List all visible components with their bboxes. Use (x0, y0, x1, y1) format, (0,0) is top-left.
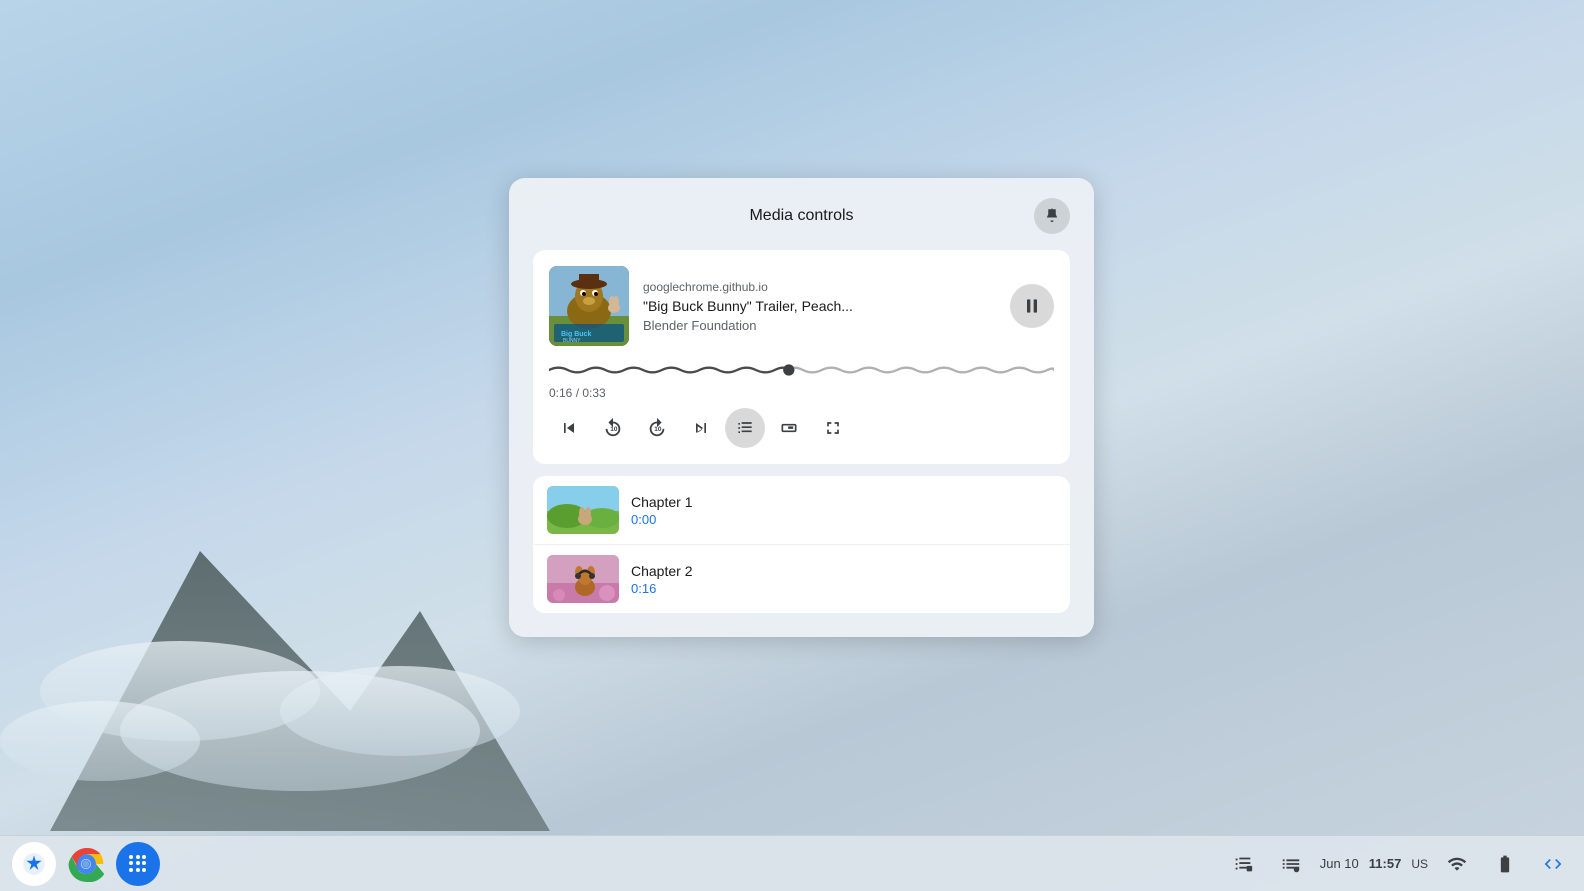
pip-button[interactable] (769, 408, 809, 448)
svg-text:BUNNY: BUNNY (563, 338, 581, 344)
media-artist: Blender Foundation (643, 318, 996, 333)
forward-button[interactable]: 10 (637, 408, 677, 448)
chapter-item-2[interactable]: Chapter 2 0:16 (533, 545, 1070, 613)
taskbar-right: Jun 10 11:57 US (1224, 845, 1572, 883)
launcher-button[interactable] (12, 842, 56, 886)
skip-back-icon (559, 418, 579, 438)
battery-button[interactable] (1486, 845, 1524, 883)
svg-text:Big Buck: Big Buck (561, 331, 591, 338)
chapter-1-name: Chapter 1 (631, 494, 1056, 510)
media-title: "Big Buck Bunny" Trailer, Peach... (643, 298, 996, 314)
chapter-2-time: 0:16 (631, 581, 1056, 596)
big-buck-bunny-poster: Big Buck BUNNY (549, 266, 629, 346)
media-thumbnail: Big Buck BUNNY (549, 266, 629, 346)
pip-icon (779, 418, 799, 438)
time-display: 0:16 / 0:33 (549, 386, 1054, 400)
skip-next-button[interactable] (681, 408, 721, 448)
rewind-button[interactable]: 10 (593, 408, 633, 448)
taskbar-date: Jun 10 (1320, 856, 1359, 871)
media-card: Big Buck BUNNY googlechrome.github.io "B… (533, 250, 1070, 464)
launcher-star-icon (21, 851, 47, 877)
chapter-2-thumbnail (547, 555, 619, 603)
apps-grid-icon (129, 855, 147, 873)
media-chapters-tray-button[interactable] (1224, 845, 1262, 883)
chapter-item-1[interactable]: Chapter 1 0:00 (533, 476, 1070, 545)
panel-title: Media controls (569, 207, 1034, 225)
skip-next-icon (691, 418, 711, 438)
chapters-button[interactable] (725, 408, 765, 448)
media-source: googlechrome.github.io (643, 280, 996, 294)
chapter-1-thumbnail (547, 486, 619, 534)
wifi-icon (1447, 854, 1467, 874)
pin-button[interactable] (1034, 198, 1070, 234)
chapter-1-info: Chapter 1 0:00 (631, 494, 1056, 527)
pause-icon (1022, 296, 1042, 316)
controls-row: 10 10 (549, 408, 1054, 448)
skip-back-button[interactable] (549, 408, 589, 448)
media-info: googlechrome.github.io "Big Buck Bunny" … (643, 280, 996, 333)
forward-icon: 10 (646, 417, 668, 439)
media-card-top: Big Buck BUNNY googlechrome.github.io "B… (549, 266, 1054, 346)
chapter-2-info: Chapter 2 0:16 (631, 563, 1056, 596)
pin-icon (1043, 207, 1061, 225)
panel-header: Media controls (533, 198, 1070, 234)
taskbar: Jun 10 11:57 US (0, 835, 1584, 891)
chapter-2-name: Chapter 2 (631, 563, 1056, 579)
playlist-tray-icon (1280, 853, 1302, 875)
chapter-list: Chapter 1 0:00 (533, 476, 1070, 613)
svg-text:10: 10 (654, 426, 662, 433)
chrome-icon (68, 846, 104, 882)
battery-icon (1495, 854, 1515, 874)
progress-bar-container[interactable] (549, 360, 1054, 380)
code-icon (1543, 854, 1563, 874)
chapters-icon (735, 418, 755, 438)
chrome-button[interactable] (64, 842, 108, 886)
taskbar-locale: US (1411, 857, 1428, 871)
dev-tools-button[interactable] (1534, 845, 1572, 883)
media-controls-panel: Media controls (509, 178, 1094, 637)
chapter-1-time: 0:00 (631, 512, 1056, 527)
progress-wave (549, 360, 1054, 380)
taskbar-left (12, 842, 160, 886)
playlist-tray-button[interactable] (1272, 845, 1310, 883)
rewind-icon: 10 (602, 417, 624, 439)
fullscreen-icon (823, 418, 843, 438)
media-chapters-tray-icon (1232, 853, 1254, 875)
svg-text:10: 10 (610, 426, 618, 433)
pause-button[interactable] (1010, 284, 1054, 328)
apps-button[interactable] (116, 842, 160, 886)
taskbar-time: 11:57 (1369, 856, 1402, 871)
fullscreen-button[interactable] (813, 408, 853, 448)
wifi-button[interactable] (1438, 845, 1476, 883)
